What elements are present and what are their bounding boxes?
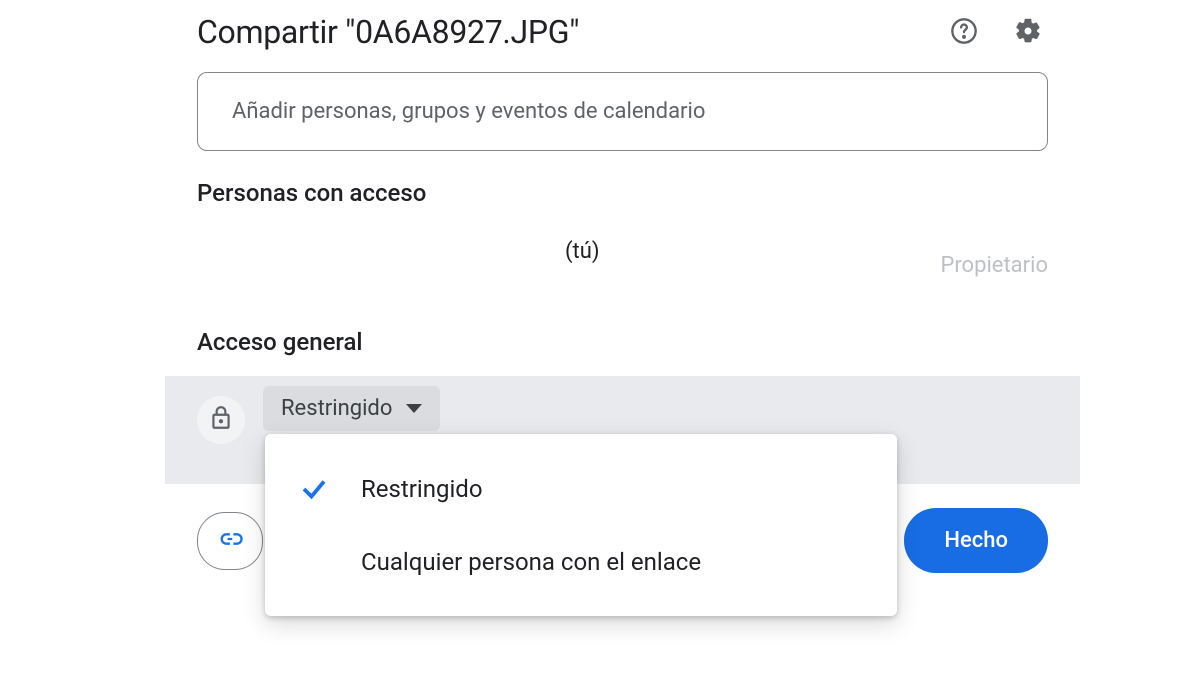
dialog-title: Compartir "0A6A8927.JPG": [197, 13, 944, 51]
access-dropdown-menu: Restringido Cualquier persona con el enl…: [265, 434, 897, 616]
people-access-heading: Personas con acceso: [165, 179, 1080, 207]
you-label: (tú): [565, 239, 600, 264]
general-access-row: Restringido Restringido Cualquier person…: [165, 376, 1080, 484]
header-actions: [944, 12, 1048, 52]
access-level-dropdown[interactable]: Restringido: [263, 386, 440, 431]
link-icon: [216, 525, 244, 556]
copy-link-button[interactable]: [197, 512, 263, 570]
access-option-label: Cualquier persona con el enlace: [361, 548, 701, 576]
settings-button[interactable]: [1008, 12, 1048, 52]
add-people-input[interactable]: [197, 72, 1048, 151]
dialog-header: Compartir "0A6A8927.JPG": [165, 0, 1080, 72]
help-button[interactable]: [944, 12, 984, 52]
general-access-heading: Acceso general: [165, 328, 1080, 356]
lock-icon-circle: [197, 396, 245, 444]
done-button[interactable]: Hecho: [904, 508, 1048, 573]
lock-icon: [208, 405, 234, 435]
check-icon: [297, 474, 331, 504]
access-option-label: Restringido: [361, 475, 483, 503]
help-icon: [950, 17, 978, 48]
access-option-anyone-link[interactable]: Cualquier persona con el enlace: [265, 526, 897, 598]
person-row: (tú) Propietario: [165, 227, 1080, 328]
gear-icon: [1014, 17, 1042, 48]
person-role: Propietario: [940, 253, 1048, 278]
chevron-down-icon: [406, 404, 422, 413]
share-dialog: Compartir "0A6A8927.JPG" Personas con ac…: [165, 0, 1080, 597]
access-selected-label: Restringido: [281, 396, 392, 421]
add-people-wrap: [165, 72, 1080, 179]
access-option-restricted[interactable]: Restringido: [265, 452, 897, 526]
